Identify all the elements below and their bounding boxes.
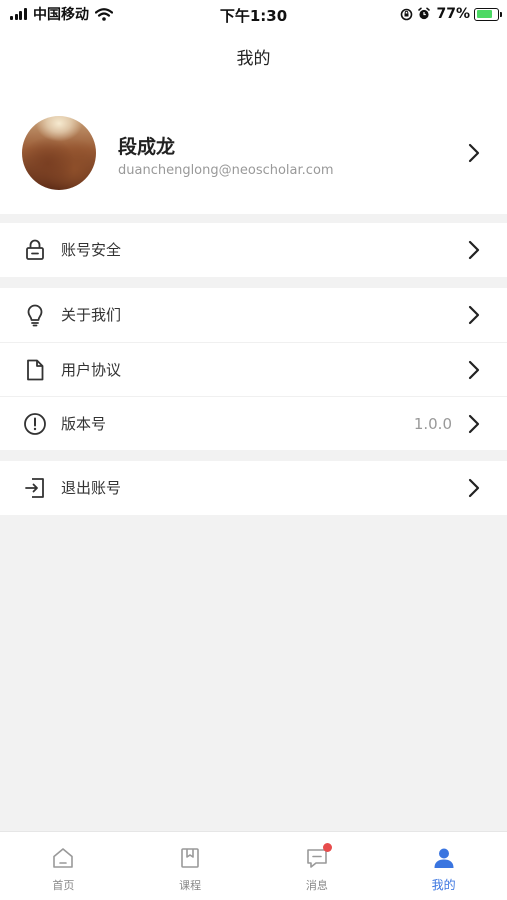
page-title: 我的 — [236, 49, 271, 69]
lightbulb-icon — [27, 304, 43, 327]
tab-course[interactable]: 课程 — [127, 832, 254, 900]
info-circle-icon — [24, 413, 46, 435]
menu-item-account-security[interactable]: 账号安全 — [0, 223, 507, 277]
status-right: 77% — [400, 5, 502, 23]
battery-icon — [474, 7, 502, 21]
menu-item-about-us[interactable]: 关于我们 — [0, 288, 507, 342]
battery-percent: 77% — [436, 6, 470, 22]
menu-item-label: 关于我们 — [61, 306, 122, 324]
course-book-icon — [181, 848, 199, 868]
alarm-icon — [418, 7, 431, 20]
document-icon — [27, 359, 44, 381]
chevron-right-icon — [468, 240, 480, 260]
menu-group-account: 账号安全 — [0, 223, 507, 277]
chevron-right-icon — [468, 414, 480, 434]
profile-card[interactable]: 段成龙 duanchenglong@neoscholar.com — [0, 92, 507, 214]
status-bar: 中国移动 下午1:30 77% — [0, 0, 507, 28]
nav-bar: 我的 — [0, 28, 507, 92]
menu-item-logout[interactable]: 退出账号 — [0, 461, 507, 515]
chevron-right-icon — [468, 305, 480, 325]
avatar — [22, 116, 96, 190]
chevron-right-icon — [468, 478, 480, 498]
tab-bar: 首页 课程 消息 我的 — [0, 831, 507, 900]
menu-item-label: 账号安全 — [61, 241, 122, 259]
tab-mine[interactable]: 我的 — [380, 832, 507, 900]
tab-label: 课程 — [179, 879, 202, 892]
version-value: 1.0.0 — [413, 415, 452, 433]
chevron-right-icon — [468, 360, 480, 380]
tab-home[interactable]: 首页 — [0, 832, 127, 900]
tab-label: 首页 — [52, 879, 75, 892]
menu-item-label: 版本号 — [61, 415, 107, 433]
home-icon — [53, 848, 74, 868]
tab-message[interactable]: 消息 — [254, 832, 381, 900]
menu-group-logout: 退出账号 — [0, 461, 507, 515]
chevron-right-icon — [468, 143, 480, 163]
profile-name: 段成龙 — [118, 136, 176, 158]
unread-badge — [322, 843, 332, 852]
battery-level — [476, 10, 492, 18]
lock-icon — [26, 239, 44, 260]
menu-item-version[interactable]: 版本号 1.0.0 — [0, 396, 507, 450]
menu-item-user-agreement[interactable]: 用户协议 — [0, 342, 507, 396]
orientation-lock-icon — [401, 8, 413, 20]
logout-icon — [25, 478, 44, 498]
tab-label: 我的 — [431, 878, 456, 892]
menu-item-label: 用户协议 — [61, 361, 122, 379]
user-icon — [434, 848, 454, 868]
menu-item-label: 退出账号 — [61, 479, 122, 497]
menu-group-info: 关于我们 用户协议 版本号 1.0.0 — [0, 288, 507, 450]
profile-email: duanchenglong@neoscholar.com — [118, 163, 334, 178]
tab-label: 消息 — [305, 879, 328, 892]
